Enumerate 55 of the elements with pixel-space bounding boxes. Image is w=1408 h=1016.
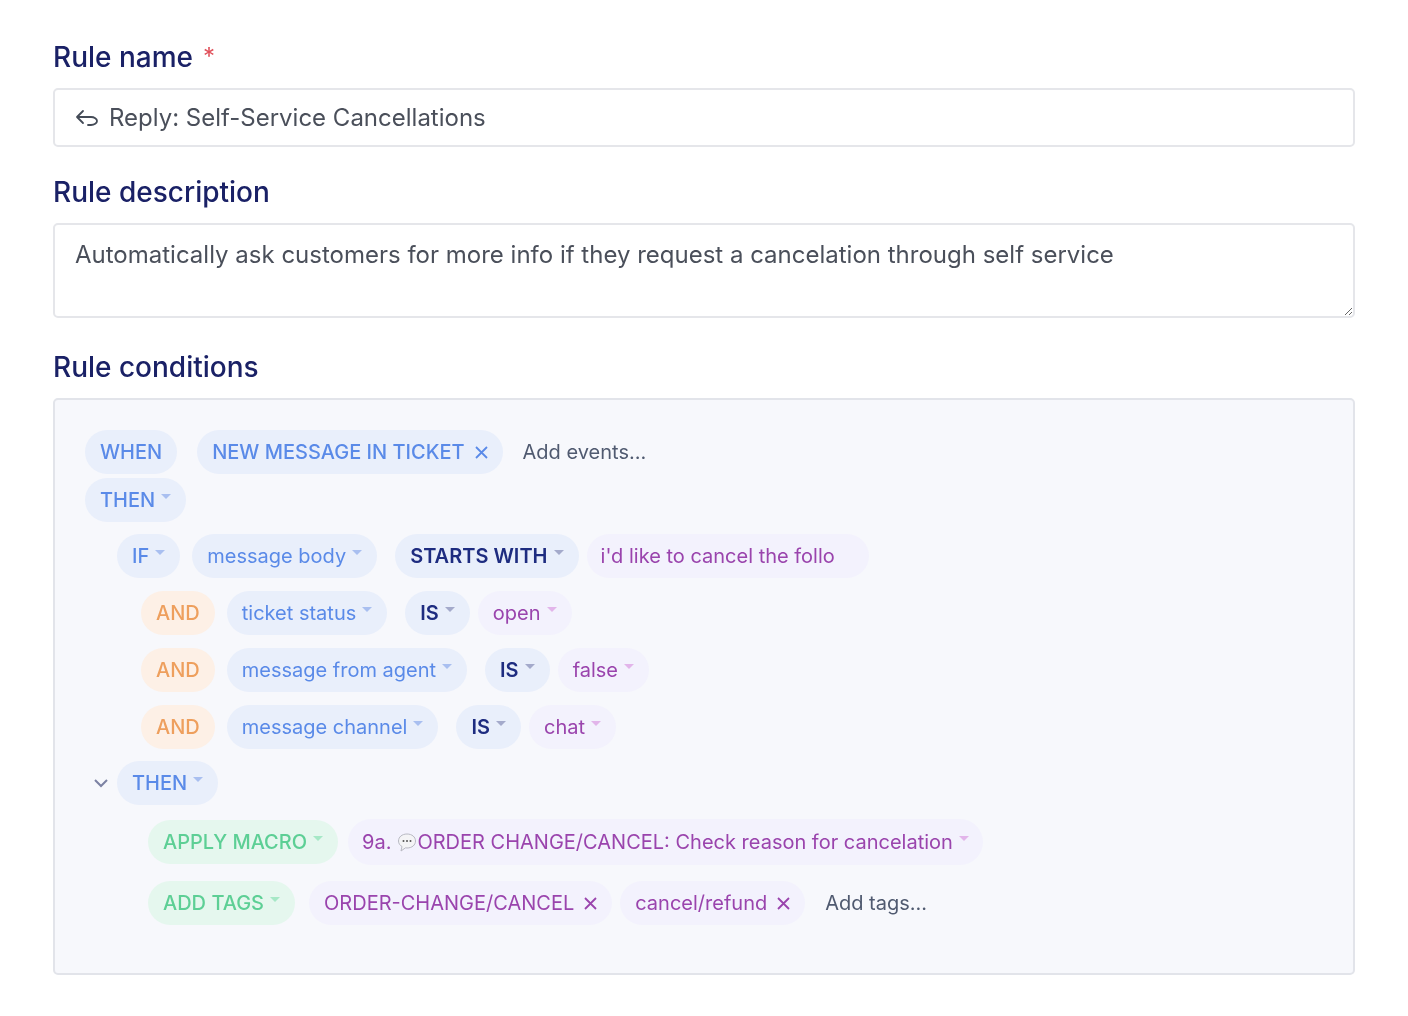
caret-icon — [546, 606, 557, 612]
close-icon[interactable] — [777, 896, 791, 910]
field-dropdown[interactable]: ticket status — [226, 591, 388, 635]
field-dropdown[interactable]: message body — [192, 534, 378, 578]
caret-icon — [524, 663, 535, 669]
value-dropdown[interactable]: chat — [529, 705, 617, 749]
reply-arrow-icon — [75, 109, 99, 127]
close-icon[interactable] — [474, 445, 488, 459]
operator-dropdown[interactable]: IS — [405, 591, 470, 635]
rule-name-field[interactable]: Reply: Self-Service Cancellations — [53, 88, 1355, 147]
tag-chip[interactable]: ORDER-CHANGE/CANCEL — [309, 881, 613, 925]
field-dropdown[interactable]: message from agent — [226, 648, 468, 692]
caret-icon — [442, 663, 453, 669]
event-tag[interactable]: NEW MESSAGE IN TICKET — [197, 430, 503, 474]
field-dropdown[interactable]: message channel — [226, 705, 439, 749]
if-dropdown[interactable]: IF — [117, 534, 181, 578]
caret-icon — [496, 720, 506, 726]
value-dropdown[interactable]: false — [557, 648, 649, 692]
caret-icon — [958, 835, 969, 841]
and-tag[interactable]: AND — [141, 648, 215, 692]
caret-icon — [591, 720, 602, 726]
caret-icon — [155, 549, 166, 555]
tag-chip[interactable]: cancel/refund — [620, 881, 806, 925]
then-dropdown[interactable]: THEN — [85, 478, 187, 522]
field-label: Rule name — [53, 39, 193, 76]
add-events-field[interactable]: Add events... — [522, 437, 723, 467]
caret-icon — [313, 835, 324, 841]
caret-icon — [624, 663, 634, 669]
caret-icon — [553, 549, 564, 555]
apply-macro-dropdown[interactable]: APPLY MACRO — [148, 820, 339, 864]
then-dropdown[interactable]: THEN — [117, 761, 219, 805]
caret-icon — [270, 896, 281, 902]
and-tag[interactable]: AND — [141, 591, 215, 635]
caret-icon — [352, 549, 363, 555]
add-tags-field[interactable]: Add tags... — [825, 888, 1026, 918]
caret-icon — [444, 606, 455, 612]
when-tag[interactable]: WHEN — [85, 430, 178, 474]
and-tag[interactable]: AND — [141, 705, 215, 749]
field-label: Rule description — [53, 174, 270, 211]
add-tags-dropdown[interactable]: ADD TAGS — [148, 881, 296, 925]
caret-icon — [362, 606, 373, 612]
operator-dropdown[interactable]: IS — [485, 648, 550, 692]
caret-icon — [413, 720, 424, 726]
value-field[interactable]: i'd like to cancel the follo — [586, 534, 869, 578]
speech-bubble-icon — [397, 832, 418, 852]
close-icon[interactable] — [584, 896, 598, 910]
caret-icon — [193, 776, 204, 782]
value-dropdown[interactable]: open — [477, 591, 572, 635]
required-asterisk: * — [203, 41, 216, 73]
rule-description-field[interactable]: Automatically ask customers for more info if they request a cancelation through self service — [53, 223, 1355, 318]
field-label: Rule conditions — [53, 349, 259, 386]
caret-icon — [161, 493, 172, 499]
operator-dropdown[interactable]: IS — [456, 705, 521, 749]
macro-dropdown[interactable]: 9a. ORDER CHANGE/CANCEL: Check reason for cancelation — [348, 819, 983, 865]
operator-dropdown[interactable]: STARTS WITH — [395, 534, 579, 578]
